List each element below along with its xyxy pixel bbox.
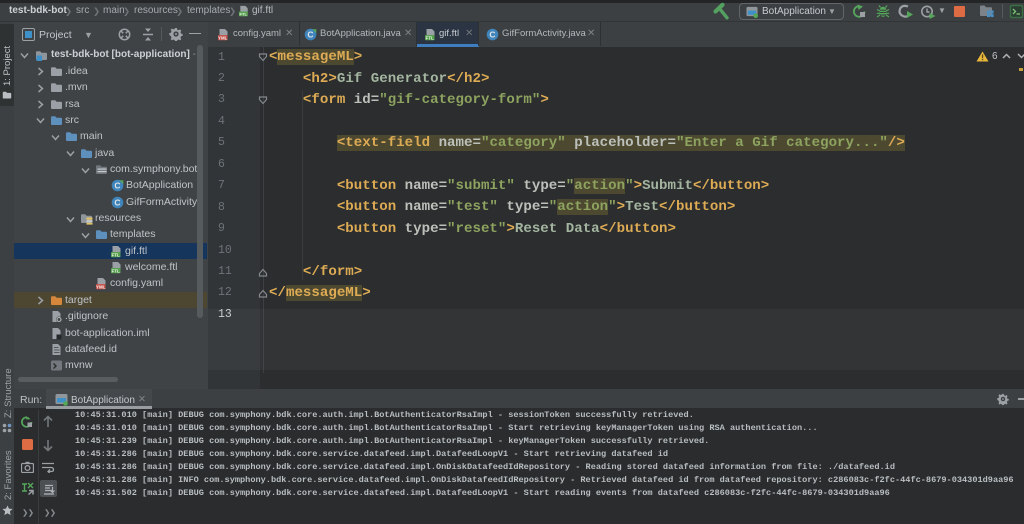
svg-text:FTL: FTL — [112, 268, 120, 273]
svg-text:C: C — [307, 30, 313, 40]
svg-text:YML: YML — [218, 35, 228, 40]
svg-text:C: C — [114, 197, 120, 207]
svg-text:C: C — [489, 30, 495, 40]
svg-text:YML: YML — [96, 285, 106, 290]
svg-text:FTL: FTL — [240, 11, 248, 16]
svg-text:FTL: FTL — [426, 35, 434, 40]
svg-text:C: C — [114, 181, 120, 191]
svg-text:FTL: FTL — [112, 252, 120, 257]
